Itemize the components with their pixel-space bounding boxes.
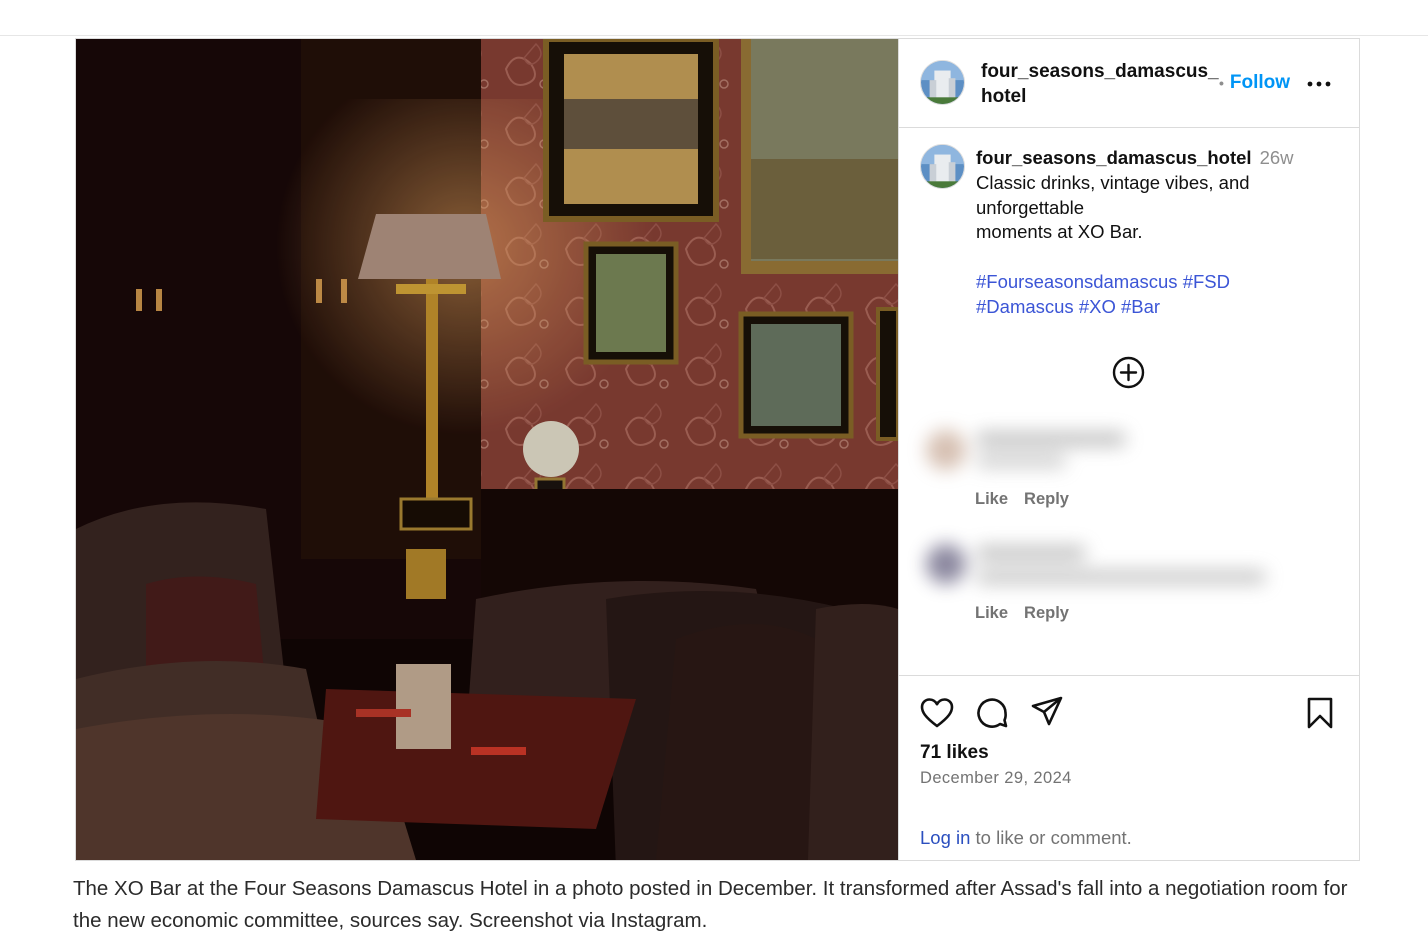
profile-username[interactable]: four_seasons_damascus_hotel <box>981 59 1221 109</box>
hashtags: #Fourseasonsdamascus #FSD #Damascus #XO … <box>976 270 1346 320</box>
article-image-caption: The XO Bar at the Four Seasons Damascus … <box>73 877 1348 932</box>
comment-like-button[interactable]: Like <box>975 604 1008 622</box>
follow-button[interactable]: Follow <box>1230 72 1290 93</box>
plus-circle-icon[interactable] <box>1112 356 1145 389</box>
comment-reply-button[interactable]: Reply <box>1024 604 1069 622</box>
bar-interior-image <box>76 39 898 860</box>
heart-icon[interactable] <box>919 695 955 731</box>
login-prompt-text: to like or comment. <box>975 827 1132 848</box>
caption-timestamp[interactable]: 26w <box>1260 147 1294 168</box>
caption-avatar[interactable] <box>920 144 965 189</box>
comment-reply-button[interactable]: Reply <box>1024 490 1069 508</box>
post-sidebar: four_seasons_damascus_hotel • Follow fou… <box>898 39 1359 860</box>
share-icon[interactable] <box>1029 694 1065 730</box>
comment-actions: Like Reply <box>975 490 1085 509</box>
bookmark-icon[interactable] <box>1302 695 1338 731</box>
post-header: four_seasons_damascus_hotel • Follow <box>899 39 1359 128</box>
login-prompt: Log in to like or comment. <box>920 827 1132 849</box>
follow-group: • Follow <box>1219 72 1290 94</box>
profile-avatar[interactable] <box>920 60 965 105</box>
separator-dot: • <box>1219 75 1224 91</box>
top-divider <box>0 35 1428 36</box>
post-caption: four_seasons_damascus_hotel 26w Classic d… <box>976 146 1346 320</box>
post-date: December 29, 2024 <box>920 769 1072 787</box>
comment-icon[interactable] <box>974 695 1010 731</box>
comment-actions: Like Reply <box>975 604 1085 623</box>
caption-line: Classic drinks, vintage vibes, and <box>976 171 1250 193</box>
likes-count[interactable]: 71 likes <box>920 742 989 764</box>
comment-like-button[interactable]: Like <box>975 490 1008 508</box>
caption-line: moments at XO Bar. <box>976 221 1143 243</box>
caption-username[interactable]: four_seasons_damascus_hotel <box>976 147 1252 168</box>
login-link[interactable]: Log in <box>920 827 970 848</box>
post-photo[interactable] <box>76 39 898 860</box>
more-horizontal-icon[interactable] <box>1306 73 1332 95</box>
hashtag-line[interactable]: #Damascus #XO #Bar <box>976 295 1346 320</box>
post-actions: 71 likes December 29, 2024 Log in to lik… <box>899 675 1359 860</box>
caption-line: unforgettable <box>976 196 1085 218</box>
hashtag-line[interactable]: #Fourseasonsdamascus #FSD <box>976 270 1346 295</box>
instagram-embed: four_seasons_damascus_hotel • Follow fou… <box>75 38 1360 861</box>
